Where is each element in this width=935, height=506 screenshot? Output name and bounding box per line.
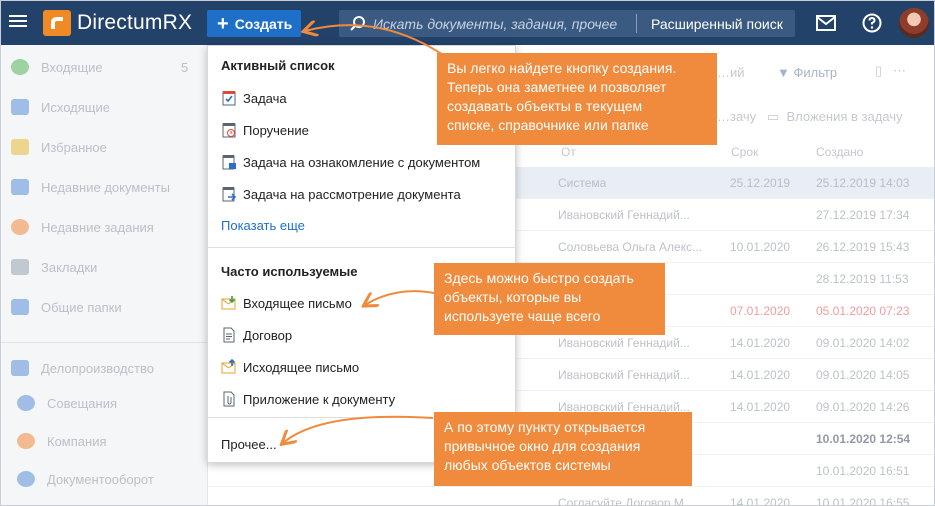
arrow-frequent [365,290,435,305]
arrow-create [305,25,450,60]
app-window: Входящие 5 Исходящие Избранное Недавние д… [0,0,935,506]
arrow-other [283,415,434,443]
callout-arrows [1,1,450,505]
